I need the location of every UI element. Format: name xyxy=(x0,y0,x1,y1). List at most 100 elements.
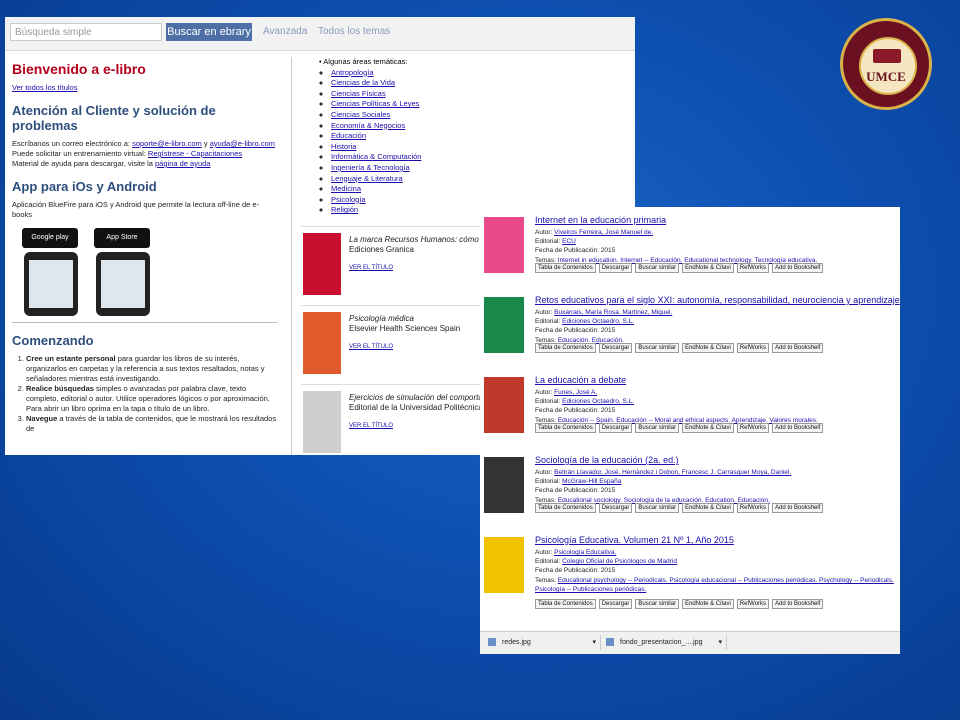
topic-area-link[interactable]: Psicología xyxy=(331,195,366,204)
result-action-button[interactable]: Buscar similar xyxy=(635,599,680,609)
result-action-button[interactable]: RefWorks xyxy=(736,263,770,273)
result-cover[interactable] xyxy=(484,297,524,353)
result-title[interactable]: Internet en la educación primaria xyxy=(535,215,666,225)
result-cover[interactable] xyxy=(484,457,524,513)
result-action-button[interactable]: Add to Bookshelf xyxy=(772,503,824,513)
help-page-link[interactable]: página de ayuda xyxy=(155,159,210,168)
result-title[interactable]: La educación a debate xyxy=(535,375,626,385)
topic-area-link[interactable]: Educación xyxy=(331,131,366,140)
result-action-button[interactable]: Add to Bookshelf xyxy=(772,343,824,353)
topic-area-item: Educación xyxy=(331,131,631,142)
topic-area-link[interactable]: Ciencias Políticas & Leyes xyxy=(331,99,419,108)
topic-area-link[interactable]: Historia xyxy=(331,142,356,151)
result-item: Psicología Educativa. Volumen 21 Nº 1, A… xyxy=(480,531,900,609)
result-item: Retos educativos para el siglo XXI: auto… xyxy=(480,291,900,369)
topic-area-item: Informática & Computación xyxy=(331,152,631,163)
result-action-button[interactable]: Descargar xyxy=(598,263,633,273)
result-action-button[interactable]: Descargar xyxy=(598,599,633,609)
result-action-button[interactable]: Add to Bookshelf xyxy=(772,263,824,273)
topic-area-link[interactable]: Ciencias Sociales xyxy=(331,110,390,119)
result-cover[interactable] xyxy=(484,217,524,273)
book-cover[interactable] xyxy=(303,390,341,453)
see-all-link[interactable]: Ver todos los títulos xyxy=(12,83,77,92)
seal-book-icon xyxy=(873,49,901,63)
download-item[interactable]: fondo_presentacion_....jpg ▾ xyxy=(602,635,727,650)
topic-area-item: Ingeniería & Tecnología xyxy=(331,163,631,174)
google-play-badge[interactable]: Google play xyxy=(22,228,78,248)
book-cover[interactable] xyxy=(303,232,341,295)
topic-area-item: Ciencias Sociales xyxy=(331,110,631,121)
email-link-soporte[interactable]: soporte@e-libro.com xyxy=(132,139,202,148)
result-action-button[interactable]: Add to Bookshelf xyxy=(772,423,824,433)
result-action-button[interactable]: Descargar xyxy=(598,503,633,513)
result-action-button[interactable]: EndNote & Citavi xyxy=(682,423,734,433)
topic-area-item: Ciencias Políticas & Leyes xyxy=(331,99,631,110)
result-item: Internet en la educación primaria Autor:… xyxy=(480,211,900,289)
image-file-icon xyxy=(606,638,614,647)
result-author: Autor: Buxarrais, María Rosa. Martínez, … xyxy=(535,309,673,316)
topic-area-link[interactable]: Economía & Negocios xyxy=(331,121,405,130)
topic-area-link[interactable]: Ingeniería & Tecnología xyxy=(331,163,410,172)
book-cover[interactable] xyxy=(303,311,341,374)
topic-area-link[interactable]: Informática & Computación xyxy=(331,152,421,161)
view-title-link[interactable]: VER EL TÍTULO xyxy=(349,265,393,271)
result-action-button[interactable]: Buscar similar xyxy=(635,503,680,513)
result-title[interactable]: Retos educativos para el siglo XXI: auto… xyxy=(535,295,900,305)
result-publisher: Editorial: Colegio Oficial de Psicólogos… xyxy=(535,558,678,565)
email-link-ayuda[interactable]: ayuda@e-libro.com xyxy=(210,139,275,148)
result-title[interactable]: Psicología Educativa. Volumen 21 Nº 1, A… xyxy=(535,535,734,545)
result-action-button[interactable]: Tabla de Contenidos xyxy=(535,599,596,609)
result-action-button[interactable]: Descargar xyxy=(598,343,633,353)
result-action-button[interactable]: Tabla de Contenidos xyxy=(535,343,596,353)
result-action-button[interactable]: Descargar xyxy=(598,423,633,433)
result-action-button[interactable]: Add to Bookshelf xyxy=(772,599,824,609)
result-action-button[interactable]: RefWorks xyxy=(736,423,770,433)
book-publisher: Elsevier Health Sciences Spain xyxy=(349,323,461,333)
topic-area-link[interactable]: Medicina xyxy=(331,184,361,193)
result-action-button[interactable]: Tabla de Contenidos xyxy=(535,503,596,513)
result-cover[interactable] xyxy=(484,377,524,433)
search-button[interactable]: Buscar en ebrary xyxy=(166,23,252,41)
result-author: Autor: Psicología Educativa. xyxy=(535,549,617,556)
result-action-button[interactable]: RefWorks xyxy=(736,503,770,513)
book-title: Psicología médica xyxy=(349,313,414,323)
training-link[interactable]: Regístrese - Capacitaciones xyxy=(148,149,242,158)
result-action-button[interactable]: Tabla de Contenidos xyxy=(535,423,596,433)
result-title[interactable]: Sociología de la educación (2a. ed.) xyxy=(535,455,679,465)
result-action-button[interactable]: EndNote & Citavi xyxy=(682,343,734,353)
seal-center xyxy=(859,37,917,95)
view-title-link[interactable]: VER EL TÍTULO xyxy=(349,423,393,429)
result-actions: Tabla de Contenidos Descargar Buscar simil… xyxy=(535,503,824,513)
result-action-button[interactable]: EndNote & Citavi xyxy=(682,263,734,273)
result-action-button[interactable]: Buscar similar xyxy=(635,343,680,353)
left-column: Bienvenido a e-libro Ver todos los títul… xyxy=(12,57,277,434)
result-action-button[interactable]: EndNote & Citavi xyxy=(682,599,734,609)
topic-area-link[interactable]: Religión xyxy=(331,205,358,214)
topic-area-link[interactable]: Ciencias de la Vida xyxy=(331,78,395,87)
start-title: Comenzando xyxy=(12,333,94,348)
app-text: Aplicación BlueFire para iOS y Android q… xyxy=(12,200,260,219)
seal-text: UMCE xyxy=(866,69,906,84)
app-store-badge[interactable]: App Store xyxy=(94,228,150,248)
download-item[interactable]: redes.jpg ▾ xyxy=(484,635,601,650)
download-bar: redes.jpg ▾ fondo_presentacion_....jpg ▾ xyxy=(480,631,900,654)
result-action-button[interactable]: Tabla de Contenidos xyxy=(535,263,596,273)
result-action-button[interactable]: Buscar similar xyxy=(635,263,680,273)
view-title-link[interactable]: VER EL TÍTULO xyxy=(349,344,393,350)
topic-area-link[interactable]: Lenguaje & Literatura xyxy=(331,174,403,183)
result-action-button[interactable]: RefWorks xyxy=(736,599,770,609)
topic-area-link[interactable]: Antropología xyxy=(331,68,374,77)
result-item: Sociología de la educación (2a. ed.) Aut… xyxy=(480,451,900,529)
iphone-image xyxy=(96,252,150,316)
topic-area-link[interactable]: Ciencias Físicas xyxy=(331,89,386,98)
topic-area-item: Medicina xyxy=(331,184,631,195)
all-topics-link[interactable]: Todos los temas xyxy=(318,26,390,37)
result-action-button[interactable]: RefWorks xyxy=(736,343,770,353)
step-item: Cree un estante personal para guardar lo… xyxy=(26,354,277,384)
app-title: App para iOs y Android xyxy=(12,179,157,194)
result-action-button[interactable]: Buscar similar xyxy=(635,423,680,433)
search-input[interactable]: Búsqueda simple xyxy=(10,23,162,41)
result-cover[interactable] xyxy=(484,537,524,593)
result-action-button[interactable]: EndNote & Citavi xyxy=(682,503,734,513)
advanced-link[interactable]: Avanzada xyxy=(263,26,307,37)
